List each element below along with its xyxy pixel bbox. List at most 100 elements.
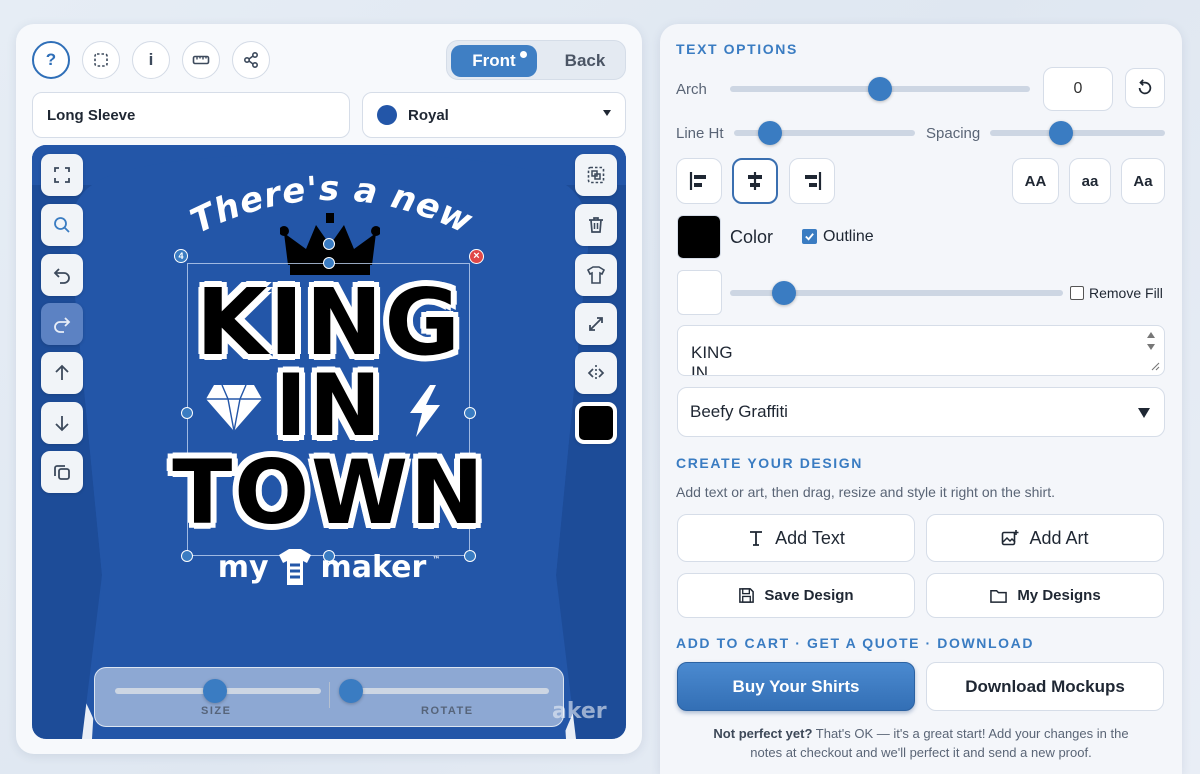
send-backward-button[interactable] <box>41 402 83 444</box>
add-image-icon <box>1002 530 1019 546</box>
add-text-label: Add Text <box>775 527 845 548</box>
delete-button[interactable] <box>575 204 617 246</box>
titlecase-button[interactable]: Aa <box>1121 158 1165 204</box>
align-right-button[interactable] <box>789 158 835 204</box>
floppy-disk-icon <box>739 588 755 603</box>
size-slider-thumb[interactable] <box>203 679 227 703</box>
spacing-slider-thumb[interactable] <box>1049 121 1073 145</box>
brand-tm: ™ <box>432 555 441 564</box>
zoom-button[interactable] <box>41 204 83 246</box>
scroll-up-icon[interactable] <box>1147 332 1155 338</box>
cart-note-line2: notes at checkout and we'll perfect it a… <box>750 745 1092 760</box>
align-left-icon <box>689 172 706 190</box>
caret-down-icon <box>603 110 611 116</box>
arch-slider-thumb[interactable] <box>868 77 892 101</box>
text-content-textarea[interactable]: KING IN TOWN <box>677 325 1165 376</box>
group-button[interactable] <box>575 154 617 196</box>
rotate-handle[interactable] <box>323 238 335 250</box>
diagonal-arrows-icon <box>589 317 603 331</box>
help-button[interactable]: ? <box>32 41 70 79</box>
view-toggle: Front Back <box>446 40 626 80</box>
share-button[interactable] <box>232 41 270 79</box>
info-button[interactable]: i <box>132 41 170 79</box>
shirt-color-select[interactable]: Royal <box>362 92 626 138</box>
font-select-value: Beefy Graffiti <box>690 402 788 421</box>
brand-logo: my maker ™ <box>32 547 626 587</box>
group-icon <box>587 166 605 184</box>
add-text-button[interactable]: Add Text <box>677 514 915 562</box>
lowercase-button[interactable]: aa <box>1069 158 1111 204</box>
brand-my: my <box>217 549 269 585</box>
text-color-swatch[interactable] <box>677 215 721 259</box>
rotate-slider-thumb[interactable] <box>339 679 363 703</box>
fill-color-swatch <box>579 406 613 440</box>
duplicate-button[interactable] <box>41 451 83 493</box>
back-view-tab[interactable]: Back <box>547 45 623 77</box>
ruler-icon <box>192 55 210 65</box>
my-designs-button[interactable]: My Designs <box>926 573 1164 618</box>
front-view-tab[interactable]: Front <box>451 45 537 77</box>
scroll-down-icon[interactable] <box>1147 344 1155 350</box>
product-style-value: Long Sleeve <box>47 106 136 124</box>
flip-horizontal-button[interactable] <box>575 352 617 394</box>
align-center-button[interactable] <box>732 158 778 204</box>
text-options-title: TEXT OPTIONS <box>676 41 798 57</box>
redo-button[interactable] <box>41 303 83 345</box>
lightning-icon <box>410 385 440 437</box>
resize-button[interactable] <box>575 303 617 345</box>
share-icon <box>243 51 259 69</box>
delete-element-icon[interactable]: × <box>469 249 484 264</box>
trash-icon <box>589 217 603 233</box>
resize-handle[interactable] <box>323 257 335 269</box>
cart-note-rest: That's OK — it's a great start! Add your… <box>812 726 1129 741</box>
outline-checkbox[interactable] <box>802 229 817 244</box>
buy-shirts-button[interactable]: Buy Your Shirts <box>677 662 915 711</box>
undo-icon <box>53 268 70 284</box>
line-height-slider-thumb[interactable] <box>758 121 782 145</box>
outline-color-swatch[interactable] <box>677 270 722 315</box>
info-icon: i <box>148 50 154 69</box>
help-icon: ? <box>45 50 57 69</box>
ruler-button[interactable] <box>182 41 220 79</box>
create-design-title: CREATE YOUR DESIGN <box>676 455 863 471</box>
active-indicator-icon <box>520 51 527 58</box>
text-content-value: KING IN TOWN <box>691 343 733 376</box>
rotate-slider-track[interactable] <box>339 688 549 694</box>
my-designs-label: My Designs <box>1017 587 1101 604</box>
copy-icon <box>54 465 70 480</box>
fit-screen-button[interactable] <box>41 154 83 196</box>
product-style-select[interactable]: Long Sleeve <box>32 92 350 138</box>
center-on-shirt-button[interactable] <box>575 254 617 296</box>
arch-value: 0 <box>1073 80 1083 97</box>
bring-forward-button[interactable] <box>41 352 83 394</box>
shirt-color-value: Royal <box>408 106 449 124</box>
tshirt-icon <box>586 266 606 284</box>
cart-section-title: ADD TO CART · GET A QUOTE · DOWNLOAD <box>676 635 1035 651</box>
spacing-label: Spacing <box>926 125 981 142</box>
remove-fill-checkbox[interactable] <box>1070 286 1084 300</box>
size-slider-label: SIZE <box>201 705 232 717</box>
spacing-slider-track[interactable] <box>990 130 1165 136</box>
download-mockups-button[interactable]: Download Mockups <box>926 662 1164 711</box>
fill-color-button[interactable] <box>575 402 617 444</box>
download-mockups-label: Download Mockups <box>965 676 1125 696</box>
arrow-up-icon <box>55 364 69 380</box>
reset-icon <box>1138 79 1152 95</box>
save-design-button[interactable]: Save Design <box>677 573 915 618</box>
arch-value-input[interactable]: 0 <box>1043 67 1113 111</box>
checkmark-icon <box>805 233 814 241</box>
brand-maker: maker <box>320 549 427 585</box>
cart-note: Not perfect yet? That's OK — it's a grea… <box>664 724 1178 762</box>
resize-grip-icon[interactable] <box>1150 361 1160 371</box>
reset-arch-button[interactable] <box>1125 68 1165 108</box>
shirt-canvas[interactable]: There's a new 4 × KING IN TOWN my maker … <box>32 145 626 739</box>
add-art-button[interactable]: Add Art <box>926 514 1164 562</box>
undo-button[interactable] <box>41 254 83 296</box>
expand-corners-icon <box>54 167 70 183</box>
select-area-button[interactable] <box>82 41 120 79</box>
font-select[interactable]: Beefy Graffiti <box>677 387 1165 437</box>
uppercase-button[interactable]: AA <box>1012 158 1059 204</box>
outline-width-slider-thumb[interactable] <box>772 281 796 305</box>
align-left-button[interactable] <box>676 158 722 204</box>
cart-note-bold: Not perfect yet? <box>713 726 813 741</box>
